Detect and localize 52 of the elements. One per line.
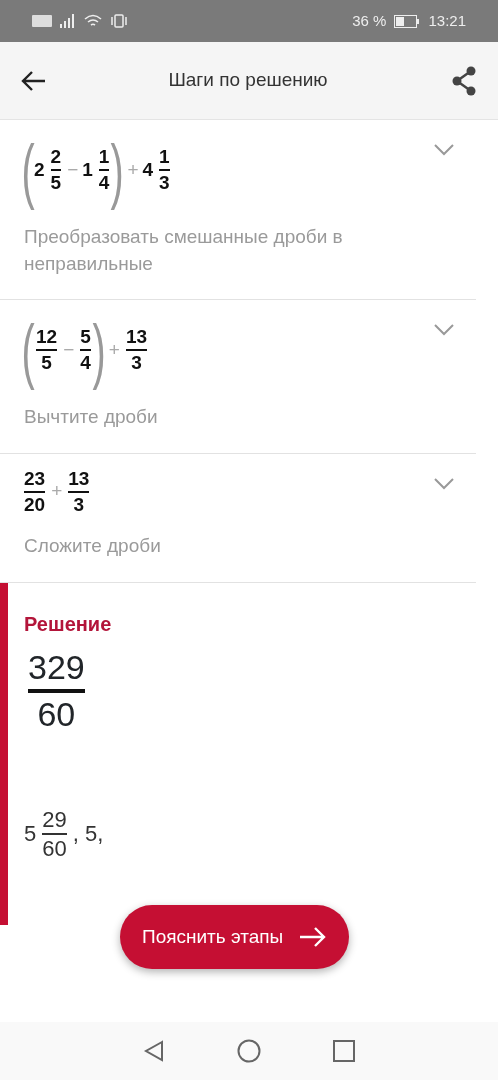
numerator: 5: [80, 326, 91, 349]
back-icon[interactable]: [143, 1040, 165, 1062]
numerator: 1: [98, 146, 110, 168]
recents-icon[interactable]: [333, 1040, 355, 1062]
denominator: 5: [41, 352, 52, 375]
volte-icon: [32, 15, 52, 27]
screen-title: Шаги по решению: [168, 68, 328, 93]
denominator: 3: [73, 493, 85, 516]
operator: −: [63, 337, 75, 362]
operator: +: [127, 157, 139, 182]
denominator: 3: [159, 172, 170, 194]
numerator: 29: [42, 806, 67, 832]
denominator: 4: [98, 172, 110, 194]
denominator: 60: [37, 693, 76, 735]
step-description: Сложите дроби: [24, 534, 162, 559]
explain-steps-button[interactable]: Пояснить этапы: [120, 905, 350, 969]
arrow-right-icon: [299, 926, 328, 948]
denominator: 3: [131, 352, 142, 375]
home-icon[interactable]: [237, 1039, 261, 1063]
share-icon[interactable]: [450, 65, 478, 96]
denominator: 5: [50, 172, 62, 194]
battery-percent: 36 %: [352, 10, 387, 31]
operator: +: [51, 479, 63, 504]
numerator: 12: [36, 326, 58, 349]
whole-number: 5: [24, 820, 37, 849]
step-description: Вычтите дроби: [24, 405, 159, 430]
back-arrow-icon[interactable]: [20, 69, 46, 92]
numerator: 13: [125, 326, 148, 349]
numerator: 23: [24, 467, 46, 490]
expression-text: , 5,: [72, 820, 104, 849]
whole-number: 2: [34, 158, 45, 180]
whole-number: 4: [142, 157, 154, 182]
denominator: 20: [24, 493, 46, 516]
denominator: 4: [80, 352, 91, 375]
vibrate-icon: [110, 14, 128, 28]
wifi-icon: [84, 14, 102, 28]
solution-heading: Решение: [24, 612, 113, 638]
numerator: 13: [68, 467, 90, 490]
step-description: Преобразовать смешанные дроби в неправильные: [24, 225, 344, 276]
chevron-down-icon[interactable]: [434, 324, 454, 337]
denominator: 60: [42, 835, 67, 862]
operator: +: [108, 337, 120, 362]
battery-icon: [394, 14, 421, 28]
numerator: 1: [159, 146, 170, 168]
numerator: 2: [50, 146, 62, 168]
chevron-down-icon[interactable]: [434, 144, 454, 156]
chevron-down-icon[interactable]: [434, 477, 454, 490]
numerator: 329: [28, 647, 85, 688]
signal-icon: [60, 14, 76, 28]
clock: 13:21: [428, 10, 466, 31]
operator: −: [67, 157, 79, 182]
whole-number: 1: [82, 157, 93, 182]
